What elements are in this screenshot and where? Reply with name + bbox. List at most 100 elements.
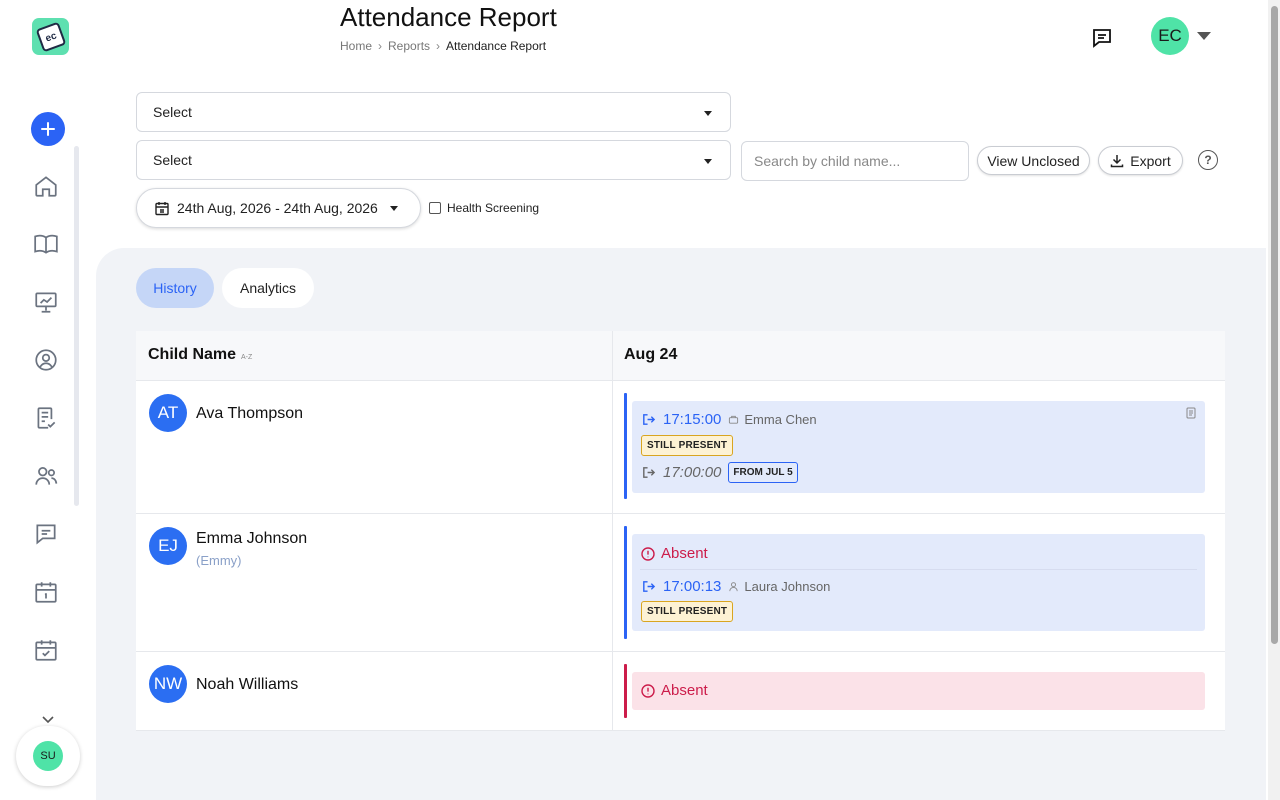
attendance-indicator-bar (624, 664, 627, 718)
user-menu[interactable]: SU (16, 726, 80, 786)
sign-in-icon (643, 581, 656, 592)
alert-circle-icon (641, 546, 655, 561)
child-avatar: AT (149, 394, 187, 432)
breadcrumb-home[interactable]: Home (340, 39, 372, 53)
date-range-picker[interactable]: 24th Aug, 2026 - 24th Aug, 2026 (136, 188, 421, 228)
add-button[interactable] (31, 112, 65, 146)
check-in-line: 17:00:13 Laura Johnson (641, 578, 830, 595)
book-icon (34, 234, 58, 254)
view-unclosed-button[interactable]: View Unclosed (977, 146, 1090, 175)
child-avatar: NW (149, 665, 187, 703)
caret-down-icon[interactable] (1197, 32, 1211, 40)
breadcrumb-reports[interactable]: Reports (388, 39, 430, 53)
clipboard-check-icon (37, 407, 56, 429)
attendance-indicator-bar (624, 526, 627, 639)
sidebar-item-reports[interactable] (32, 288, 60, 316)
calendar-icon (35, 582, 57, 603)
sidebar-item-home[interactable] (32, 172, 60, 200)
staff-name: Laura Johnson (744, 579, 831, 594)
absent-label: Absent (661, 545, 708, 562)
filter-select-2-value: Select (153, 152, 192, 168)
home-icon (35, 176, 57, 197)
calendar-check-icon (35, 640, 57, 661)
plus-icon (41, 122, 55, 136)
table-row[interactable]: AT Ava Thompson 17:15:00 Emma Chen STILL… (136, 381, 1225, 514)
search-input[interactable] (741, 141, 969, 181)
sidebar-item-learning[interactable] (32, 230, 60, 258)
child-nickname: (Emmy) (196, 553, 242, 568)
table-row[interactable]: EJ Emma Johnson (Emmy) Absent 17:00:13 L… (136, 514, 1225, 652)
check-out-line: 17:00:00 FROM JUL 5 (641, 462, 798, 483)
sidebar-item-profile[interactable] (32, 346, 60, 374)
caret-down-icon (389, 205, 398, 211)
avatar: SU (33, 741, 63, 771)
messages-button[interactable] (1088, 24, 1116, 52)
child-avatar: EJ (149, 527, 187, 565)
attendance-table: Child Name A-Z Aug 24 AT Ava Thompson 17… (136, 331, 1225, 731)
sidebar: ec SU (0, 0, 96, 800)
sort-icon[interactable]: A-Z (241, 354, 252, 361)
check-in-line: 17:15:00 Emma Chen (641, 411, 817, 428)
attendance-card[interactable]: Absent (632, 672, 1205, 710)
column-header-child-name-label: Child Name (148, 346, 237, 363)
check-in-time[interactable]: 17:00:13 (663, 578, 721, 595)
sidebar-item-schedule[interactable] (32, 636, 60, 664)
staff-icon (729, 415, 739, 424)
tab-analytics-label: Analytics (239, 280, 297, 296)
user-avatar[interactable]: EC (1151, 17, 1189, 55)
attendance-card[interactable]: 17:15:00 Emma Chen STILL PRESENT 17:00:0… (632, 401, 1205, 493)
caret-down-icon (704, 111, 712, 116)
page-scrollbar[interactable] (1268, 0, 1280, 800)
filter-select-1[interactable]: Select (136, 92, 731, 132)
download-icon (1111, 154, 1124, 167)
column-header-child-name[interactable]: Child Name A-Z (148, 346, 252, 364)
status-badge: STILL PRESENT (641, 601, 734, 622)
tab-history-label: History (153, 280, 197, 296)
health-screening-label: Health Screening (447, 201, 540, 215)
help-icon[interactable]: ? (1198, 150, 1218, 170)
alert-circle-icon (641, 683, 655, 698)
filter-select-1-value: Select (153, 104, 192, 120)
card-divider (640, 569, 1197, 570)
sidebar-item-calendar[interactable] (32, 578, 60, 606)
absent-status: Absent (641, 545, 708, 562)
tab-history[interactable]: History (136, 268, 214, 308)
date-range-label: 24th Aug, 2026 - 24th Aug, 2026 (177, 200, 378, 216)
sidebar-item-checklist[interactable] (32, 404, 60, 432)
person-icon (729, 582, 739, 592)
chevron-right-icon: › (378, 39, 383, 53)
note-icon[interactable] (1185, 407, 1197, 419)
health-screening-toggle[interactable]: Health Screening (429, 201, 539, 215)
chevron-right-icon: › (436, 39, 441, 53)
table-header: Child Name A-Z Aug 24 (136, 331, 1225, 381)
attendance-indicator-bar (624, 393, 627, 499)
attendance-card[interactable]: Absent 17:00:13 Laura Johnson STILL PRES… (632, 534, 1205, 631)
filter-select-2[interactable]: Select (136, 140, 731, 180)
message-icon (36, 524, 56, 545)
checked-in-by: Emma Chen (728, 412, 817, 427)
app-logo[interactable]: ec (32, 18, 69, 55)
page-title: Attendance Report (340, 2, 557, 32)
export-button[interactable]: Export (1098, 146, 1183, 175)
check-out-time[interactable]: 17:00:00 (663, 464, 721, 481)
child-name[interactable]: Ava Thompson (196, 405, 303, 423)
check-in-time[interactable]: 17:15:00 (663, 411, 721, 428)
sidebar-scrollbar[interactable] (74, 146, 79, 506)
sidebar-item-messages[interactable] (32, 520, 60, 548)
child-name[interactable]: Emma Johnson (196, 530, 307, 548)
user-circle-icon (35, 349, 57, 371)
health-screening-checkbox[interactable] (429, 202, 441, 214)
breadcrumb: Home › Reports › Attendance Report (340, 39, 546, 53)
calendar-icon (155, 201, 169, 215)
page-scrollbar-thumb[interactable] (1271, 6, 1278, 644)
checked-in-by: Laura Johnson (728, 579, 830, 594)
tab-analytics[interactable]: Analytics (222, 268, 314, 308)
absent-label: Absent (661, 682, 708, 699)
sign-in-icon (643, 414, 656, 425)
carryover-badge: FROM JUL 5 (728, 462, 798, 483)
chat-icon (1093, 29, 1111, 48)
table-row[interactable]: NW Noah Williams Absent (136, 652, 1225, 731)
child-name[interactable]: Noah Williams (196, 676, 298, 694)
caret-down-icon (704, 159, 712, 164)
sidebar-item-people[interactable] (32, 462, 60, 490)
